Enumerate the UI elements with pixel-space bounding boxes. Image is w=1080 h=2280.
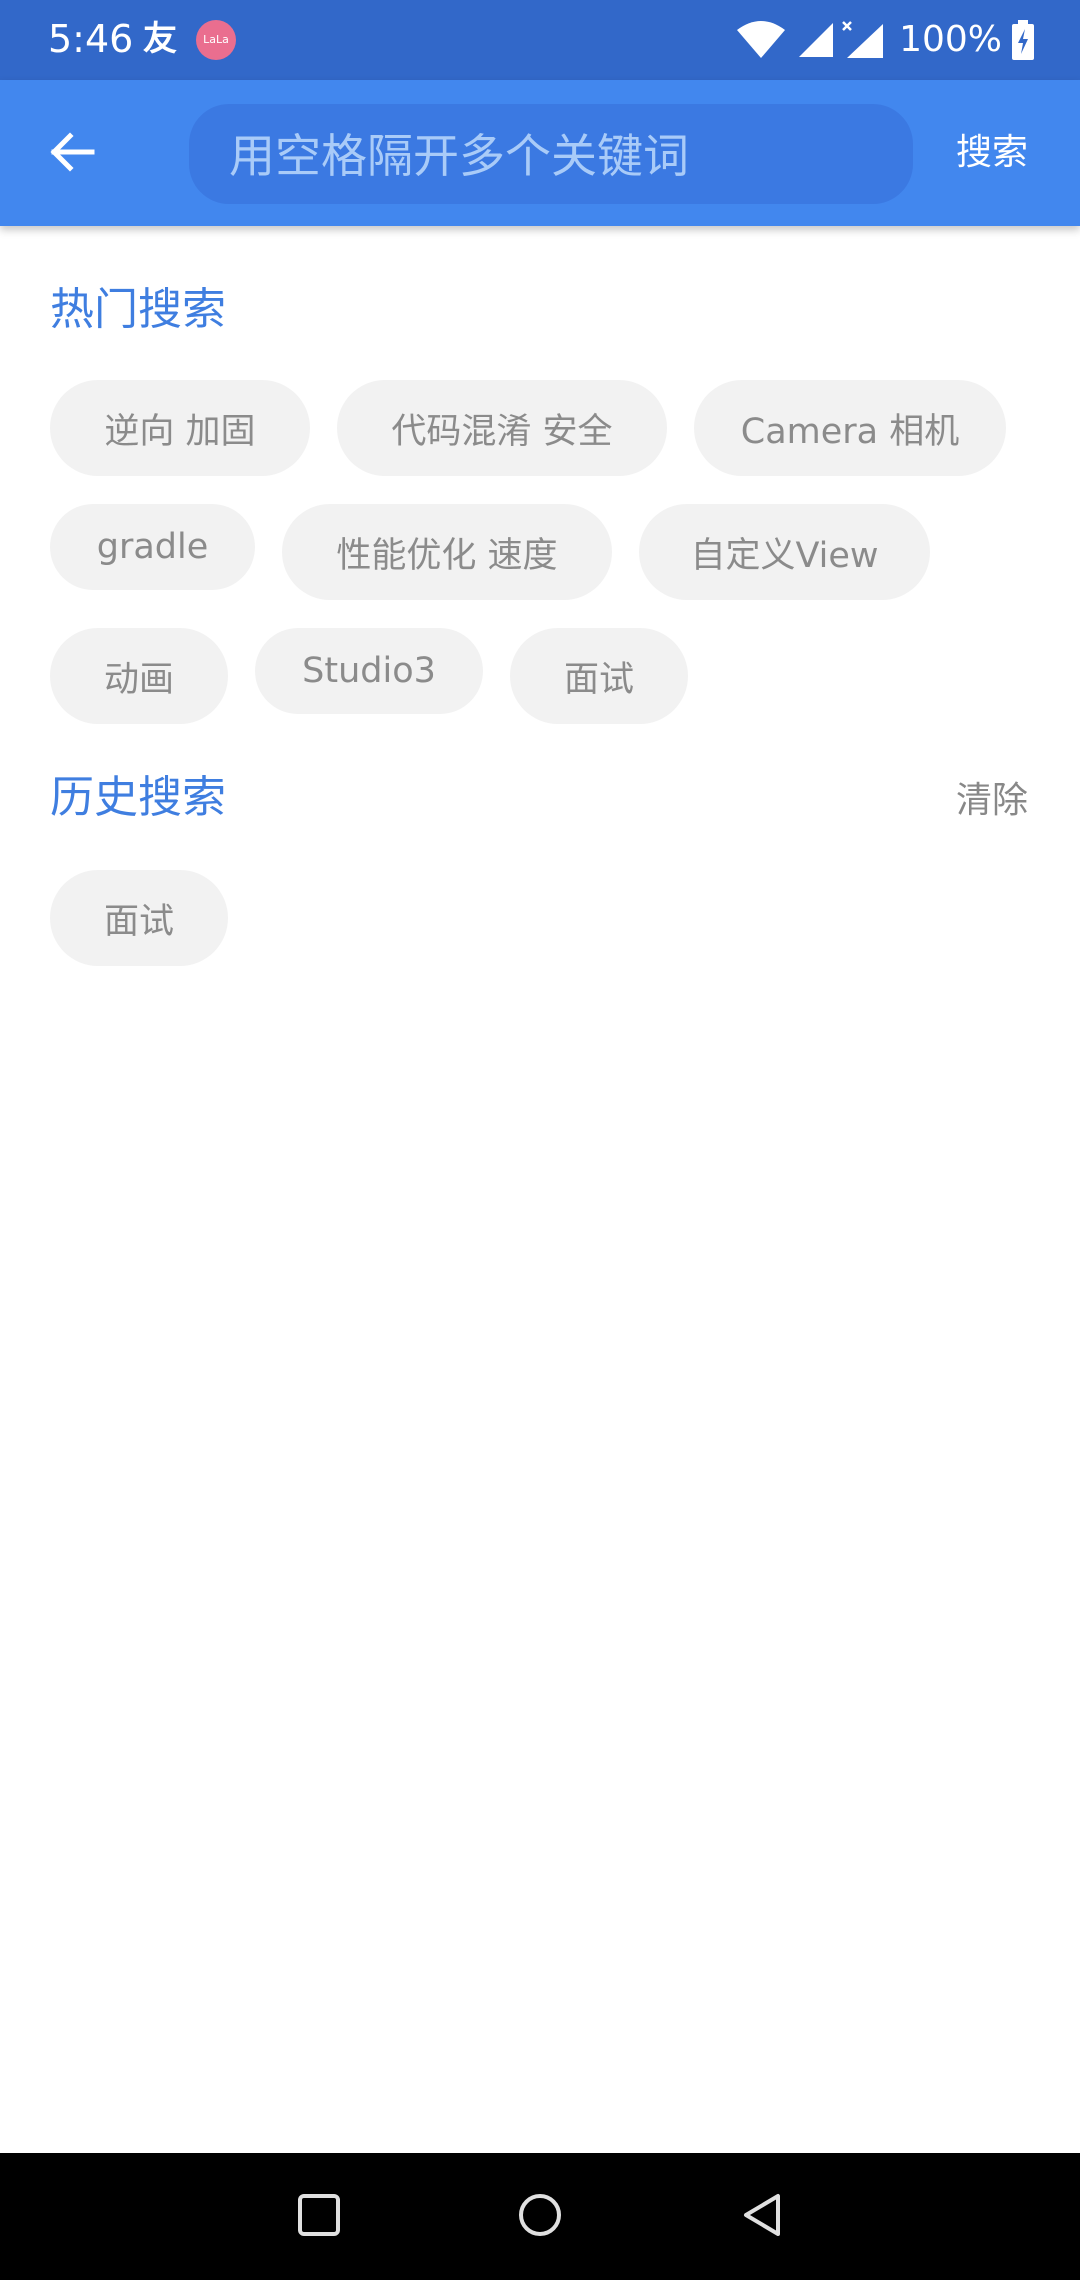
status-indicators: 100%	[735, 16, 1034, 64]
arrow-left-icon	[48, 128, 96, 180]
signal-icon	[797, 21, 835, 59]
notification-you-icon: 友	[143, 19, 177, 59]
back-button[interactable]	[30, 112, 114, 196]
wifi-icon	[735, 20, 787, 60]
search-box[interactable]	[189, 104, 913, 204]
back-nav-button[interactable]	[731, 2185, 795, 2249]
system-nav-bar	[0, 2153, 1080, 2280]
hot-tag[interactable]: Camera 相机	[694, 380, 1006, 476]
recents-square-icon	[297, 2193, 341, 2241]
signal-no-data-icon	[841, 20, 885, 60]
notification-app-icon: LaLa	[196, 20, 236, 60]
home-circle-icon	[517, 2192, 563, 2242]
hot-tag[interactable]: 性能优化 速度	[282, 504, 612, 600]
hot-tag[interactable]: 面试	[510, 628, 688, 724]
search-input[interactable]	[229, 126, 869, 186]
back-triangle-icon	[740, 2192, 786, 2242]
history-tag[interactable]: 面试	[50, 870, 228, 966]
hot-tag[interactable]: 代码混淆 安全	[337, 380, 667, 476]
hot-tag[interactable]: gradle	[50, 504, 255, 590]
history-search-title: 历史搜索	[50, 772, 226, 823]
clear-history-button[interactable]: 清除	[956, 778, 1028, 824]
battery-charging-icon	[1012, 20, 1034, 60]
search-button[interactable]: 搜索	[956, 130, 1028, 176]
home-button[interactable]	[508, 2185, 572, 2249]
status-time: 5:46	[48, 17, 134, 61]
hot-tag[interactable]: Studio3	[255, 628, 483, 714]
search-app-bar: 搜索	[0, 80, 1080, 226]
hot-tag[interactable]: 动画	[50, 628, 228, 724]
recents-button[interactable]	[287, 2185, 351, 2249]
hot-search-title: 热门搜索	[50, 284, 226, 335]
hot-tag[interactable]: 逆向 加固	[50, 380, 310, 476]
battery-percent: 100%	[899, 19, 1002, 60]
status-bar: 5:46 友 LaLa 100%	[0, 0, 1080, 80]
hot-tag[interactable]: 自定义View	[639, 504, 930, 600]
